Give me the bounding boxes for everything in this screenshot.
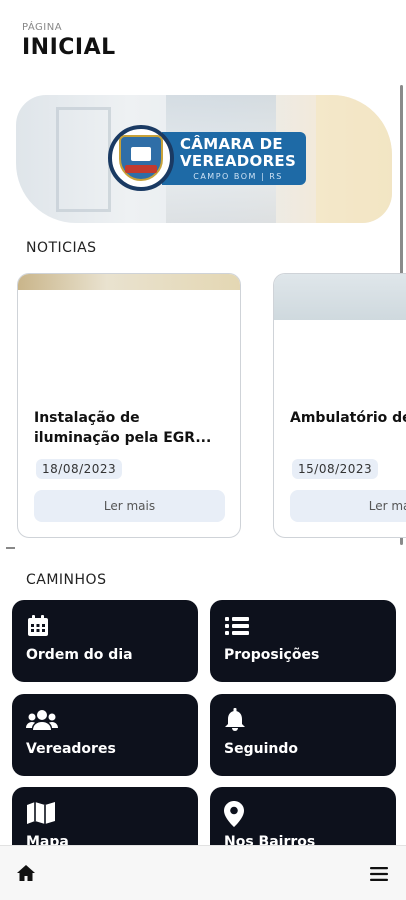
location-pin-icon [224,801,244,831]
page-kicker: PÁGINA [22,22,63,33]
tile-label: Seguindo [224,741,298,757]
news-image [18,274,240,290]
paths-section-title: CAMINHOS [26,572,107,588]
map-icon [26,801,56,829]
logo-line3: CAMPO BOM | RS [193,171,283,181]
news-image [274,274,406,320]
seguindo-button[interactable]: Seguindo [210,694,396,776]
users-icon [26,708,58,736]
tile-label: Proposições [224,647,320,663]
edge-handle [6,547,15,549]
news-headline: Instalação de iluminação pela EGR... [34,410,212,446]
tile-label: Vereadores [26,741,116,757]
news-card[interactable]: Ambulatório de infectologia re 15/08/202… [273,273,406,538]
banner-photo-door [56,107,111,212]
bell-icon [224,708,246,736]
news-date: 15/08/2023 [292,459,379,479]
banner-photo-glass [316,95,392,223]
tile-label: Ordem do dia [26,647,133,663]
news-card[interactable]: Instalação de iluminação pela EGR... 18/… [17,273,241,538]
list-icon [224,614,250,642]
home-icon[interactable] [16,864,36,886]
news-date: 18/08/2023 [36,459,123,479]
read-more-button[interactable]: Ler mais [290,490,406,522]
bottom-navigation [0,845,406,900]
page-header: PÁGINA INICIAL [22,22,116,60]
news-section-title: NOTICIAS [26,240,97,256]
logo-wordmark: CÂMARA DE VEREADORES CAMPO BOM | RS [162,131,307,185]
chamber-banner: CÂMARA DE VEREADORES CAMPO BOM | RS [16,95,392,223]
proposicoes-button[interactable]: Proposições [210,600,396,682]
page-title: INICIAL [22,35,116,60]
chamber-logo: CÂMARA DE VEREADORES CAMPO BOM | RS [108,125,307,191]
ordem-do-dia-button[interactable]: Ordem do dia [12,600,198,682]
vereadores-button[interactable]: Vereadores [12,694,198,776]
news-headline: Ambulatório de infectologia re [290,410,406,426]
read-more-button[interactable]: Ler mais [34,490,225,522]
logo-line2: VEREADORES [180,151,297,170]
hamburger-menu-icon[interactable] [370,866,388,885]
city-seal-icon [108,125,174,191]
logo-line1: CÂMARA DE [180,134,283,153]
calendar-icon [26,614,50,642]
